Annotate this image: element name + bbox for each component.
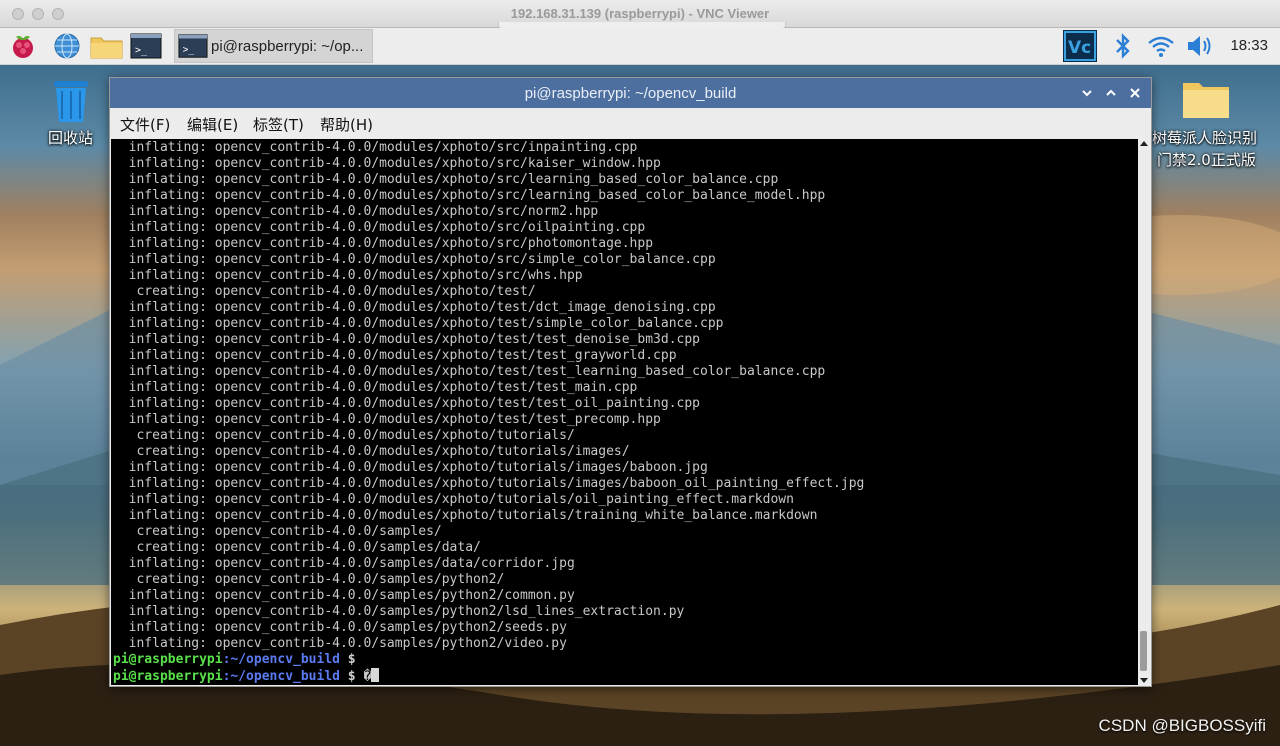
web-browser-icon[interactable] <box>52 32 82 60</box>
volume-icon[interactable] <box>1185 32 1215 60</box>
terminal-line: inflating: opencv_contrib-4.0.0/samples/… <box>113 636 567 651</box>
svg-text:Vc: Vc <box>1068 38 1091 58</box>
terminal-menubar: 文件(F) 编辑(E) 标签(T) 帮助(H) <box>110 108 1151 138</box>
terminal-titlebar[interactable]: pi@raspberrypi: ~/opencv_build <box>110 78 1151 108</box>
terminal-line: inflating: opencv_contrib-4.0.0/modules/… <box>113 396 700 411</box>
terminal-line: inflating: opencv_contrib-4.0.0/modules/… <box>113 492 794 507</box>
menu-help[interactable]: 帮助(H) <box>320 114 373 135</box>
prompt-user: pi@raspberrypi <box>113 669 223 684</box>
terminal-line: creating: opencv_contrib-4.0.0/modules/x… <box>113 428 575 443</box>
svg-text:>_: >_ <box>135 45 148 56</box>
terminal-icon: >_ <box>178 32 208 64</box>
menu-file[interactable]: 文件(F) <box>120 114 170 135</box>
taskbar-task-label: pi@raspberrypi: ~/op... <box>211 38 364 55</box>
chevron-down-icon <box>1082 90 1092 97</box>
close-icon <box>1130 88 1140 98</box>
terminal-line: creating: opencv_contrib-4.0.0/samples/p… <box>113 572 505 587</box>
prompt-dollar: $ <box>339 652 364 667</box>
watermark: CSDN @BIGBOSSyifi <box>1098 716 1266 735</box>
terminal-line: inflating: opencv_contrib-4.0.0/modules/… <box>113 268 583 283</box>
scroll-up-icon[interactable] <box>1140 140 1148 148</box>
prompt-user: pi@raspberrypi <box>113 652 223 667</box>
terminal-window: pi@raspberrypi: ~/opencv_build 文件(F) 编辑(… <box>109 77 1152 687</box>
scrollbar-thumb[interactable] <box>1140 631 1147 671</box>
terminal-line: inflating: opencv_contrib-4.0.0/modules/… <box>113 316 724 331</box>
terminal-line: creating: opencv_contrib-4.0.0/modules/x… <box>113 284 536 299</box>
prompt-line: pi@raspberrypi:~/opencv_build $ <box>113 652 864 668</box>
raspberry-menu-icon[interactable] <box>8 32 38 60</box>
chevron-up-icon <box>1106 89 1116 96</box>
terminal-line: creating: opencv_contrib-4.0.0/samples/d… <box>113 540 481 555</box>
terminal-line: inflating: opencv_contrib-4.0.0/samples/… <box>113 556 575 571</box>
trash-label: 回收站 <box>48 129 94 147</box>
menu-tabs[interactable]: 标签(T) <box>253 114 304 135</box>
terminal-title: pi@raspberrypi: ~/opencv_build <box>524 85 737 102</box>
terminal-line: inflating: opencv_contrib-4.0.0/modules/… <box>113 380 638 395</box>
folder-label-line2: 门禁2.0正式版 <box>1157 151 1256 169</box>
file-manager-icon[interactable] <box>90 32 123 60</box>
scroll-down-icon[interactable] <box>1140 676 1148 684</box>
terminal-line: inflating: opencv_contrib-4.0.0/modules/… <box>113 300 716 315</box>
svg-text:>_: >_ <box>183 45 195 56</box>
prompt-dollar: $ <box>339 669 364 684</box>
close-button[interactable] <box>1125 83 1145 103</box>
terminal-line: inflating: opencv_contrib-4.0.0/modules/… <box>113 508 818 523</box>
terminal-line: inflating: opencv_contrib-4.0.0/samples/… <box>113 588 575 603</box>
terminal-line: inflating: opencv_contrib-4.0.0/modules/… <box>113 140 638 155</box>
terminal-line: inflating: opencv_contrib-4.0.0/modules/… <box>113 348 677 363</box>
terminal-line: inflating: opencv_contrib-4.0.0/modules/… <box>113 204 599 219</box>
terminal-lines: inflating: opencv_contrib-4.0.0/modules/… <box>113 140 864 684</box>
terminal-scrollbar[interactable] <box>1138 139 1150 685</box>
maximize-button[interactable] <box>1101 83 1121 103</box>
vnc-icon[interactable]: Vc <box>1063 30 1097 62</box>
vnc-titlebar: 192.168.31.139 (raspberrypi) - VNC Viewe… <box>0 0 1280 29</box>
folder-icon[interactable] <box>1182 77 1230 123</box>
trash-icon[interactable] <box>48 79 94 127</box>
vnc-window-title: 192.168.31.139 (raspberrypi) - VNC Viewe… <box>510 6 770 21</box>
folder-label: 树莓派人脸识别 <box>1152 129 1258 147</box>
text-cursor <box>371 668 380 682</box>
terminal-line: inflating: opencv_contrib-4.0.0/modules/… <box>113 252 716 267</box>
prompt-path: :~/opencv_build <box>222 669 340 684</box>
terminal-icon[interactable]: >_ <box>130 32 162 60</box>
terminal-line: creating: opencv_contrib-4.0.0/samples/ <box>113 524 442 539</box>
terminal-line: creating: opencv_contrib-4.0.0/modules/x… <box>113 444 630 459</box>
bluetooth-icon[interactable] <box>1113 32 1143 60</box>
terminal-line: inflating: opencv_contrib-4.0.0/modules/… <box>113 364 826 379</box>
terminal-line: inflating: opencv_contrib-4.0.0/modules/… <box>113 188 826 203</box>
prompt-path: :~/opencv_build <box>222 652 340 667</box>
terminal-line: inflating: opencv_contrib-4.0.0/modules/… <box>113 460 708 475</box>
terminal-line: inflating: opencv_contrib-4.0.0/modules/… <box>113 172 779 187</box>
terminal-line: inflating: opencv_contrib-4.0.0/modules/… <box>113 220 646 235</box>
terminal-line: inflating: opencv_contrib-4.0.0/modules/… <box>113 332 700 347</box>
clock[interactable]: 18:33 <box>1230 37 1268 54</box>
menu-edit[interactable]: 编辑(E) <box>187 114 238 135</box>
wifi-icon[interactable] <box>1147 32 1177 60</box>
rpi-taskbar: >_ >_ pi@raspberrypi: ~/op... Vc 18:33 <box>0 28 1280 65</box>
prompt-line: pi@raspberrypi:~/opencv_build $ � <box>113 668 864 684</box>
terminal-line: inflating: opencv_contrib-4.0.0/modules/… <box>113 476 865 491</box>
terminal-line: inflating: opencv_contrib-4.0.0/samples/… <box>113 620 567 635</box>
terminal-line: inflating: opencv_contrib-4.0.0/samples/… <box>113 604 685 619</box>
taskbar-terminal-task[interactable]: >_ pi@raspberrypi: ~/op... <box>174 29 373 63</box>
minimize-button[interactable] <box>1077 83 1097 103</box>
prompt-input[interactable]: � <box>363 669 371 684</box>
terminal-line: inflating: opencv_contrib-4.0.0/modules/… <box>113 236 654 251</box>
terminal-line: inflating: opencv_contrib-4.0.0/modules/… <box>113 156 661 171</box>
terminal-line: inflating: opencv_contrib-4.0.0/modules/… <box>113 412 661 427</box>
terminal-output[interactable]: inflating: opencv_contrib-4.0.0/modules/… <box>111 139 1138 685</box>
